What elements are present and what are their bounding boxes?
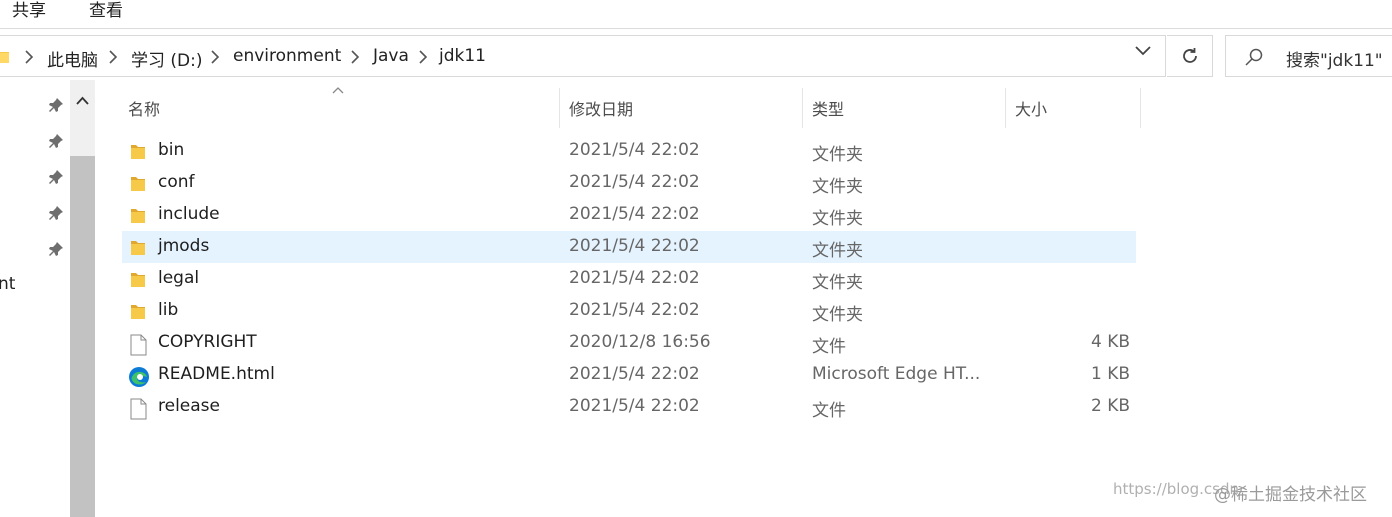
file-row[interactable]: jmods 2021/5/4 22:02 文件夹 [122,231,1136,263]
file-type: 文件 [812,401,846,421]
edge-icon [128,366,149,387]
navigation-pane [0,80,70,517]
scroll-up-icon[interactable] [76,96,89,105]
file-size: 2 KB [1090,396,1130,416]
column-header-type[interactable]: 类型 [812,96,844,120]
file-date: 2021/5/4 22:02 [569,172,700,192]
file-date: 2021/5/4 22:02 [569,236,700,256]
search-icon [1245,48,1263,66]
folder-icon [0,52,9,63]
file-size: 4 KB [1090,332,1130,352]
column-header-name[interactable]: 名称 [128,96,160,120]
ribbon-bar: 共享 查看 [0,0,1392,29]
file-row[interactable]: bin 2021/5/4 22:02 文件夹 [122,135,1136,167]
breadcrumb-this-pc[interactable]: 此电脑 [47,46,98,71]
tab-view[interactable]: 查看 [89,0,123,21]
file-type: 文件夹 [812,209,863,229]
file-type: 文件夹 [812,241,863,261]
file-date: 2021/5/4 22:02 [569,140,700,160]
file-type: 文件夹 [812,305,863,325]
file-name: conf [158,172,195,192]
file-date: 2020/12/8 16:56 [569,332,711,352]
watermark-text: @稀土掘金技术社区 [1214,485,1367,505]
file-type: 文件夹 [812,177,863,197]
file-name: legal [158,268,200,288]
scrollbar-thumb[interactable] [70,156,95,517]
chevron-right-icon[interactable] [209,50,221,64]
folder-icon [128,206,148,226]
tab-share[interactable]: 共享 [12,0,46,21]
file-name: include [158,204,220,224]
file-row[interactable]: README.html 2021/5/4 22:02 Microsoft Edge … [122,359,1136,391]
chevron-right-icon [25,50,34,64]
pin-icon[interactable] [48,205,64,221]
folder-icon [128,142,148,162]
file-date: 2021/5/4 22:02 [569,396,700,416]
pin-icon[interactable] [48,133,64,149]
chevron-down-icon[interactable] [1135,46,1151,56]
file-row[interactable]: legal 2021/5/4 22:02 文件夹 [122,263,1136,295]
file-row[interactable]: COPYRIGHT 2020/12/8 16:56 文件 4 KB [122,327,1136,359]
file-row[interactable]: conf 2021/5/4 22:02 文件夹 [122,167,1136,199]
file-name: jmods [158,236,210,256]
file-row[interactable]: release 2021/5/4 22:02 文件 2 KB [122,391,1136,423]
breadcrumb-jdk11[interactable]: jdk11 [439,46,486,66]
file-size: 1 KB [1090,364,1130,384]
folder-icon [128,270,148,290]
file-name: bin [158,140,185,160]
folder-icon [128,174,148,194]
address-bar[interactable]: 此电脑 学习 (D:) environment Java jdk11 [0,35,1166,77]
file-icon [128,398,148,420]
file-date: 2021/5/4 22:02 [569,364,700,384]
pin-icon[interactable] [48,241,64,257]
file-row[interactable]: lib 2021/5/4 22:02 文件夹 [122,295,1136,327]
folder-icon [128,302,148,322]
column-header-size[interactable]: 大小 [1015,96,1047,120]
chevron-right-icon[interactable] [107,50,119,64]
file-date: 2021/5/4 22:02 [569,268,700,288]
search-box[interactable]: 搜索"jdk11" [1225,35,1392,77]
refresh-icon [1182,48,1197,63]
pin-icon[interactable] [48,97,64,113]
file-date: 2021/5/4 22:02 [569,204,700,224]
file-name: lib [158,300,179,320]
file-name: README.html [158,364,275,384]
chevron-right-icon[interactable] [349,50,361,64]
column-divider[interactable] [802,88,803,128]
search-input[interactable]: 搜索"jdk11" [1286,46,1383,71]
nav-scrollbar[interactable] [70,80,95,517]
file-name: COPYRIGHT [158,332,257,352]
chevron-right-icon[interactable] [417,50,429,64]
file-name: release [158,396,220,416]
pin-icon[interactable] [48,169,64,185]
column-header-date[interactable]: 修改日期 [569,96,633,120]
file-type: Microsoft Edge HT... [812,364,981,384]
file-date: 2021/5/4 22:02 [569,300,700,320]
file-icon [128,334,148,356]
file-type: 文件 [812,337,846,357]
column-divider[interactable] [1140,88,1141,128]
breadcrumb-drive-d[interactable]: 学习 (D:) [131,46,203,71]
refresh-button[interactable] [1167,35,1213,77]
column-divider[interactable] [559,88,560,128]
breadcrumb-environment[interactable]: environment [233,46,341,66]
nav-item-partial[interactable]: nt [0,274,15,294]
sort-ascending-icon [332,87,344,94]
column-divider[interactable] [1005,88,1006,128]
file-type: 文件夹 [812,145,863,165]
file-row[interactable]: include 2021/5/4 22:02 文件夹 [122,199,1136,231]
breadcrumb-java[interactable]: Java [373,46,409,66]
folder-icon [128,238,148,258]
file-type: 文件夹 [812,273,863,293]
